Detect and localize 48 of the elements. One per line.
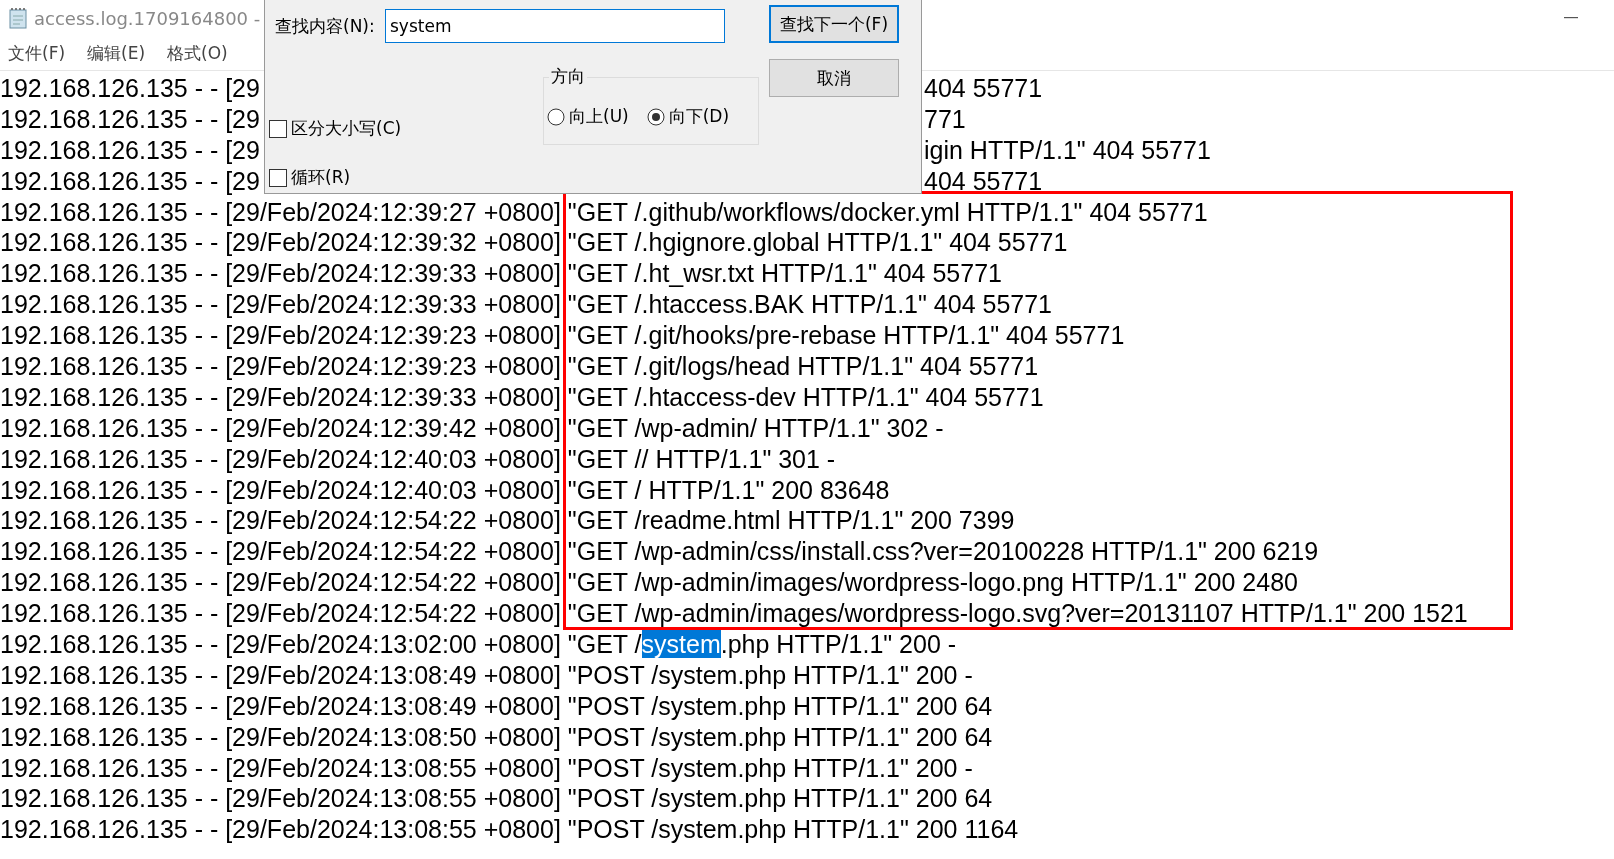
- log-line: 192.168.126.135 - - [29/Feb/2024:12:54:22 +0800] "GET /readme.html HTTP/1.1" 200 7399: [0, 506, 1015, 535]
- find-input[interactable]: system: [385, 9, 725, 43]
- log-line: 192.168.126.135 - - [29: [0, 134, 260, 166]
- log-line: 192.168.126.135 - - [29: [0, 103, 260, 135]
- log-line: 192.168.126.135 - - [29/Feb/2024:12:39:32 +0800] "GET /.hgignore.global HTTP/1.1" 404 55771: [0, 228, 1068, 257]
- notepad-icon: [8, 7, 28, 29]
- log-line: 192.168.126.135 - - [29/Feb/2024:13:02:00 +0800] "GET /system.php HTTP/1.1" 200 -: [0, 630, 957, 659]
- log-line: 192.168.126.135 - - [29: [0, 73, 260, 104]
- find-next-button[interactable]: 查找下一个(F): [769, 5, 899, 43]
- log-line: 192.168.126.135 - - [29/Feb/2024:12:54:22 +0800] "GET /wp-admin/css/install.css?ver=20100228 HTTP/1.1" 200 6219: [0, 537, 1319, 566]
- group-title: 方向: [549, 65, 587, 88]
- log-line: 192.168.126.135 - - [29/Feb/2024:13:08:55 +0800] "POST /system.php HTTP/1.1" 200 64: [0, 784, 993, 813]
- menu-item[interactable]: 编辑(E): [87, 41, 146, 65]
- log-line: 404 55771: [924, 74, 1043, 102]
- log-line: 192.168.126.135 - - [29/Feb/2024:12:54:22 +0800] "GET /wp-admin/images/wordpress-logo.png HTTP/1.1" 200 2480: [0, 568, 1298, 597]
- checkbox[interactable]: [269, 168, 287, 187]
- log-line: 192.168.126.135 - - [29/Feb/2024:13:08:50 +0800] "POST /system.php HTTP/1.1" 200 64: [0, 722, 993, 751]
- minimize-icon[interactable]: [1564, 17, 1578, 19]
- window-title: access.log.1709164800 -: [34, 7, 261, 29]
- find-label: 查找内容(N):: [275, 15, 375, 38]
- log-line: 192.168.126.135 - - [29/Feb/2024:12:39:42 +0800] "GET /wp-admin/ HTTP/1.1" 302 -: [0, 413, 944, 442]
- log-line: 404 55771: [924, 166, 1043, 195]
- log-line: 192.168.126.135 - - [29/Feb/2024:12:40:03 +0800] "GET / HTTP/1.1" 200 83648: [0, 475, 890, 504]
- radio-button[interactable]: [646, 107, 665, 126]
- checkbox-label: 区分大小写(C): [291, 117, 402, 140]
- log-line: 192.168.126.135 - - [29/Feb/2024:12:54:22 +0800] "GET /wp-admin/images/wordpress-logo.svg?ver=20131107 HTTP/1.1" 200 1521: [0, 599, 1468, 628]
- log-line: 192.168.126.135 - - [29/Feb/2024:13:08:55 +0800] "POST /system.php HTTP/1.1" 200 1164: [0, 815, 1019, 844]
- menu-item[interactable]: 格式(O): [167, 41, 228, 65]
- log-line: 192.168.126.135 - - [29/Feb/2024:12:39:23 +0800] "GET /.git/hooks/pre-rebase HTTP/1.1" 404 55771: [0, 321, 1125, 350]
- cancel-button[interactable]: 取消: [769, 59, 899, 97]
- log-line: 192.168.126.135 - - [29/Feb/2024:13:08:49 +0800] "POST /system.php HTTP/1.1" 200 64: [0, 691, 993, 720]
- log-line: 192.168.126.135 - - [29: [0, 165, 260, 197]
- checkbox[interactable]: [269, 119, 287, 138]
- radio-label: 向上(U): [569, 105, 629, 128]
- log-line: 192.168.126.135 - - [29/Feb/2024:12:39:23 +0800] "GET /.git/logs/head HTTP/1.1" 404 55771: [0, 352, 1039, 380]
- log-line: 771: [924, 104, 966, 133]
- log-line: 192.168.126.135 - - [29/Feb/2024:13:08:49 +0800] "POST /system.php HTTP/1.1" 200 -: [0, 660, 973, 689]
- radio-button[interactable]: [547, 107, 565, 126]
- log-line: igin HTTP/1.1" 404 55771: [924, 135, 1211, 164]
- log-line: 192.168.126.135 - - [29/Feb/2024:12:40:03 +0800] "GET // HTTP/1.1" 301 -: [0, 444, 836, 473]
- menu-item[interactable]: 文件(F): [8, 41, 66, 65]
- log-line: 192.168.126.135 - - [29/Feb/2024:12:39:33 +0800] "GET /.htaccess.BAK HTTP/1.1" 404 55771: [0, 290, 1052, 319]
- log-line: 192.168.126.135 - - [29/Feb/2024:12:39:33 +0800] "GET /.ht_wsr.txt HTTP/1.1" 404 55771: [0, 259, 1002, 288]
- radio-label: 向下(D): [668, 105, 730, 128]
- log-line: 192.168.126.135 - - [29/Feb/2024:12:39:33 +0800] "GET /.htaccess-dev HTTP/1.1" 404 55771: [0, 382, 1044, 411]
- checkbox-label: 循环(R): [291, 166, 351, 189]
- log-line: 192.168.126.135 - - [29/Feb/2024:13:08:55 +0800] "POST /system.php HTTP/1.1" 200 -: [0, 753, 973, 782]
- log-line: 192.168.126.135 - - [29/Feb/2024:12:39:27 +0800] "GET /.github/workflows/docker.yml HTTP/1.1" 404 55771: [0, 197, 1208, 226]
